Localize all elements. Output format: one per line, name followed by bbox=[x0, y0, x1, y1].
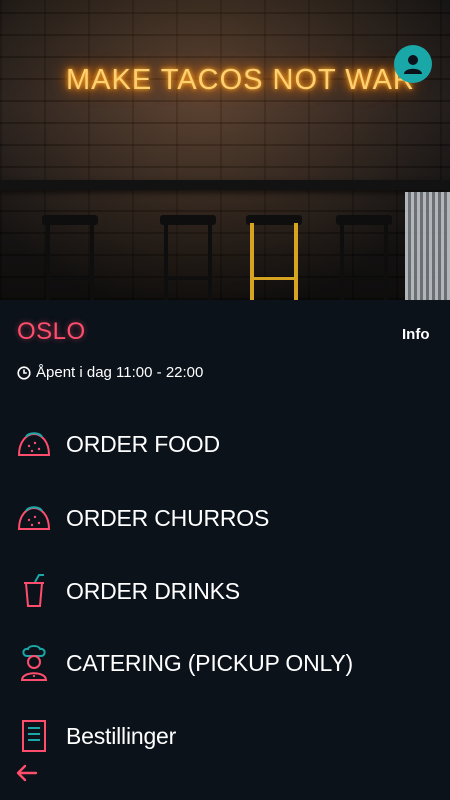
back-arrow-icon bbox=[16, 764, 38, 782]
opening-hours: Åpent i dag 11:00 - 22:00 bbox=[17, 364, 203, 381]
menu-item-label: Bestillinger bbox=[66, 722, 177, 749]
menu-item-label: ORDER DRINKS bbox=[66, 577, 240, 604]
clock-icon bbox=[17, 365, 31, 380]
drink-cup-icon bbox=[17, 572, 51, 610]
menu-item-order-churros[interactable]: ORDER CHURROS bbox=[17, 494, 437, 542]
neon-sign-text: MAKE TACOS NOT WAR bbox=[66, 64, 415, 96]
menu-item-label: ORDER CHURROS bbox=[66, 504, 270, 531]
menu-item-order-drinks[interactable]: ORDER DRINKS bbox=[17, 567, 437, 615]
profile-button[interactable] bbox=[394, 45, 432, 83]
menu-item-label: CATERING (PICKUP ONLY) bbox=[66, 649, 353, 676]
radiator bbox=[405, 192, 450, 300]
opening-hours-text: Åpent i dag 11:00 - 22:00 bbox=[36, 364, 204, 381]
chef-icon bbox=[17, 644, 51, 682]
receipt-icon bbox=[17, 717, 51, 755]
menu-item-label: ORDER FOOD bbox=[66, 430, 220, 457]
taco-icon bbox=[17, 425, 51, 463]
menu-item-catering[interactable]: CATERING (PICKUP ONLY) bbox=[17, 639, 437, 687]
hero-image: MAKE TACOS NOT WAR bbox=[0, 0, 450, 300]
bar-counter bbox=[0, 180, 450, 190]
taco-icon bbox=[17, 499, 51, 537]
user-icon bbox=[404, 55, 422, 74]
info-button[interactable]: Info bbox=[402, 326, 430, 343]
location-title: OSLO bbox=[17, 318, 86, 345]
hero-shade bbox=[0, 0, 450, 300]
menu-item-order-food[interactable]: ORDER FOOD bbox=[17, 420, 437, 468]
menu-item-orders[interactable]: Bestillinger bbox=[17, 712, 437, 760]
back-button[interactable] bbox=[14, 763, 38, 783]
